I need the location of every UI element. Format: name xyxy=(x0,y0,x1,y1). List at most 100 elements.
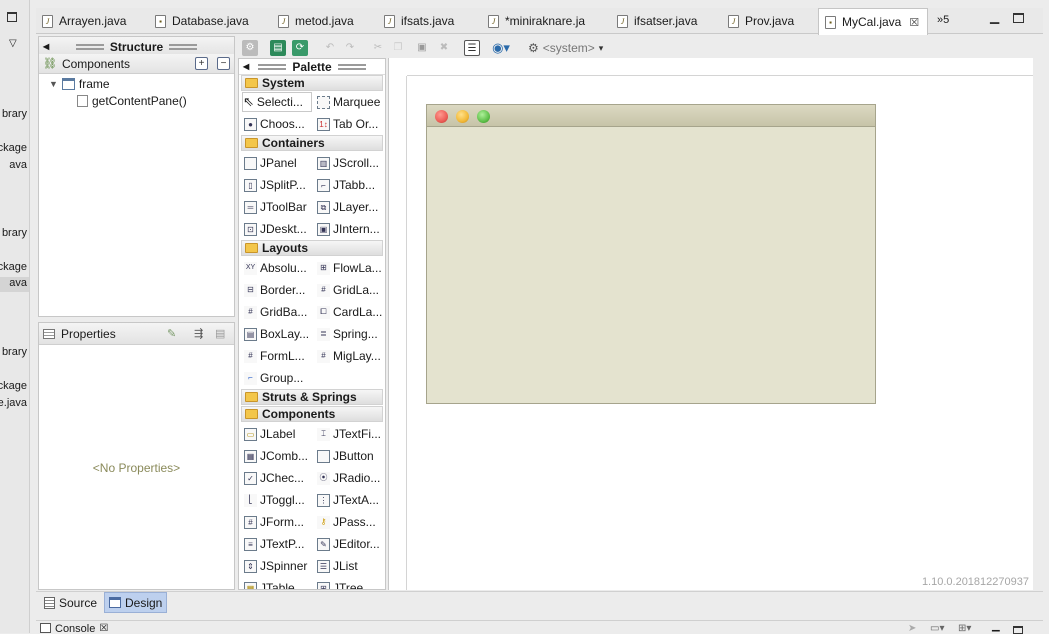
minimize-icon[interactable]: ▁ xyxy=(990,10,999,24)
palette-item-jpasswordfield[interactable]: ⚷ JPass... xyxy=(317,512,385,532)
palette-item-jcombobox[interactable]: ▦ JComb... xyxy=(244,446,312,466)
palette-item-jeditorpane[interactable]: ✎ JEditor... xyxy=(317,534,385,554)
palette-item-jtextarea[interactable]: ⋮ JTextA... xyxy=(317,490,385,510)
palette-item-jdesktoppane[interactable]: ⊡ JDeskt... xyxy=(244,219,312,239)
minimize-icon[interactable]: ▁ xyxy=(992,621,1000,632)
explorer-fragment[interactable]: ckage xyxy=(0,261,27,273)
console-display-icon[interactable]: ▭▾ xyxy=(930,623,944,634)
drag-grip-icon[interactable] xyxy=(337,63,366,70)
palette-item-borderlayout[interactable]: ⊟ Border... xyxy=(244,280,312,300)
frame-title-bar[interactable] xyxy=(427,105,875,127)
close-tab-icon[interactable]: ☒ xyxy=(909,16,919,29)
palette-item-cardlayout[interactable]: ⧠ CardLa... xyxy=(317,302,385,322)
undo-icon[interactable]: ↶ xyxy=(322,40,338,56)
go-to-source-icon[interactable]: ▤ xyxy=(270,40,286,56)
goto-definition-icon[interactable]: ▤ xyxy=(215,327,225,340)
tree-expand-icon[interactable]: ▼ xyxy=(49,79,58,89)
palette-category-struts-springs[interactable]: Struts & Springs xyxy=(241,389,383,405)
palette-item-jbutton[interactable]: JButton xyxy=(317,446,385,466)
collapse-all-button[interactable]: − xyxy=(217,57,230,70)
tab-source[interactable]: Source xyxy=(40,592,101,613)
palette-item-jsplitpane[interactable]: ▯ JSplitP... xyxy=(244,175,312,195)
palette-item-flowlayout[interactable]: ⊞ FlowLa... xyxy=(317,258,385,278)
tab-overflow-button[interactable]: »5 xyxy=(937,14,949,26)
delete-icon[interactable]: ✖ xyxy=(436,40,452,56)
palette-category-components[interactable]: Components xyxy=(241,406,383,422)
close-tab-icon[interactable]: ☒ xyxy=(99,623,108,634)
tab-arrayen[interactable]: J Arrayen.java xyxy=(36,8,126,34)
palette-item-jtree[interactable]: ⊞ JTree xyxy=(317,578,385,589)
palette-item-jtextfield[interactable]: ⌶ JTextFi... xyxy=(317,424,385,444)
look-and-feel-selector[interactable]: ⚙ <system> ▾ xyxy=(528,41,603,55)
expand-all-button[interactable]: + xyxy=(195,57,208,70)
palette-item-absolute-layout[interactable]: XY Absolu... xyxy=(244,258,312,278)
palette-item-boxlayout[interactable]: ▤ BoxLay... xyxy=(244,324,312,344)
collapse-arrow-icon[interactable]: ◀ xyxy=(243,62,249,71)
palette-item-jcheckbox[interactable]: ✓ JChec... xyxy=(244,468,312,488)
show-advanced-icon[interactable]: ⇶ xyxy=(194,327,203,340)
show-events-icon[interactable]: ✎ xyxy=(167,327,176,340)
explorer-fragment[interactable]: brary xyxy=(2,227,27,239)
palette-item-miglayout[interactable]: # MigLay... xyxy=(317,346,385,366)
tab-ifsats[interactable]: J ifsats.java xyxy=(378,8,454,34)
tab-console[interactable]: Console ☒ xyxy=(40,623,108,634)
maximize-icon[interactable] xyxy=(1013,13,1024,23)
view-menu-icon[interactable]: ▽ xyxy=(9,38,17,49)
content-pane[interactable] xyxy=(427,127,875,403)
explorer-fragment[interactable]: ckage xyxy=(0,142,27,154)
tab-metod[interactable]: J metod.java xyxy=(272,8,354,34)
palette-item-marquee[interactable]: Marquee xyxy=(317,92,385,112)
palette-item-gridlayout[interactable]: # GridLa... xyxy=(317,280,385,300)
palette-item-jlist[interactable]: ☰ JList xyxy=(317,556,385,576)
window-restore-icon[interactable] xyxy=(7,12,17,22)
palette-item-jspinner[interactable]: ⇕ JSpinner xyxy=(244,556,312,576)
palette-category-system[interactable]: System xyxy=(241,75,383,91)
palette-category-containers[interactable]: Containers xyxy=(241,135,383,151)
palette-item-jtogglebutton[interactable]: ⎣ JToggl... xyxy=(244,490,312,510)
palette-item-jtextpane[interactable]: ≡ JTextP... xyxy=(244,534,312,554)
maximize-window-icon[interactable] xyxy=(477,110,490,123)
drag-grip-icon[interactable] xyxy=(169,43,198,50)
explorer-fragment[interactable]: brary xyxy=(2,346,27,358)
palette-item-tab-order[interactable]: 1↕ Tab Or... xyxy=(317,114,385,134)
palette-item-grouplayout[interactable]: ⌐ Group... xyxy=(244,368,312,388)
cut-icon[interactable]: ✂ xyxy=(370,40,386,56)
explorer-fragment[interactable]: ckage xyxy=(0,380,27,392)
palette-item-choose-component[interactable]: ● Choos... xyxy=(244,114,312,134)
palette-item-jformattedtextfield[interactable]: # JForm... xyxy=(244,512,312,532)
palette-item-jpanel[interactable]: JPanel xyxy=(244,153,312,173)
tab-miniraknare[interactable]: J *miniraknare.ja xyxy=(482,8,585,34)
explorer-fragment[interactable]: brary xyxy=(2,108,27,120)
explorer-fragment[interactable]: e.java xyxy=(0,397,27,409)
properties-view-icon[interactable]: ☰ xyxy=(464,40,480,56)
tree-item-frame[interactable]: ▼ frame xyxy=(49,77,110,91)
tab-design[interactable]: Design xyxy=(104,592,168,613)
palette-item-jradiobutton[interactable]: ⦿ JRadio... xyxy=(317,468,385,488)
palette-item-jinternalframe[interactable]: ▣ JIntern... xyxy=(317,219,385,239)
paste-icon[interactable]: ▣ xyxy=(414,40,430,56)
palette-item-formlayout[interactable]: # FormL... xyxy=(244,346,312,366)
explorer-fragment-selected[interactable]: ava xyxy=(0,277,29,292)
tree-item-content-pane[interactable]: getContentPane() xyxy=(77,94,187,108)
palette-item-gridbaglayout[interactable]: # GridBa... xyxy=(244,302,312,322)
console-toolbar-icon[interactable]: ➤ xyxy=(908,623,916,634)
redo-icon[interactable]: ↷ xyxy=(342,40,358,56)
palette-item-selection[interactable]: ⇖ Selecti... xyxy=(242,92,312,112)
palette-item-jtabbedpane[interactable]: ⌐ JTabb... xyxy=(317,175,385,195)
tab-mycal[interactable]: ▪ MyCal.java ☒ xyxy=(818,8,928,35)
palette-item-springlayout[interactable]: ≣ Spring... xyxy=(317,324,385,344)
tab-prov[interactable]: J Prov.java xyxy=(722,8,794,34)
jframe-preview[interactable] xyxy=(426,104,876,404)
palette-item-jtoolbar[interactable]: ═ JToolBar xyxy=(244,197,312,217)
tab-ifsatser[interactable]: J ifsatser.java xyxy=(611,8,697,34)
palette-item-jscrollpane[interactable]: ▥ JScroll... xyxy=(317,153,385,173)
globe-icon[interactable]: ◉▾ xyxy=(490,40,512,56)
drag-grip-icon[interactable] xyxy=(75,43,104,50)
minimize-window-icon[interactable] xyxy=(456,110,469,123)
tab-database[interactable]: ▪ Database.java xyxy=(149,8,249,34)
copy-icon[interactable]: ❐ xyxy=(390,40,406,56)
palette-category-layouts[interactable]: Layouts xyxy=(241,240,383,256)
test-gui-icon[interactable]: ⚙ xyxy=(242,40,258,56)
reparse-icon[interactable]: ⟳ xyxy=(292,40,308,56)
open-console-icon[interactable]: ⊞▾ xyxy=(958,623,971,634)
